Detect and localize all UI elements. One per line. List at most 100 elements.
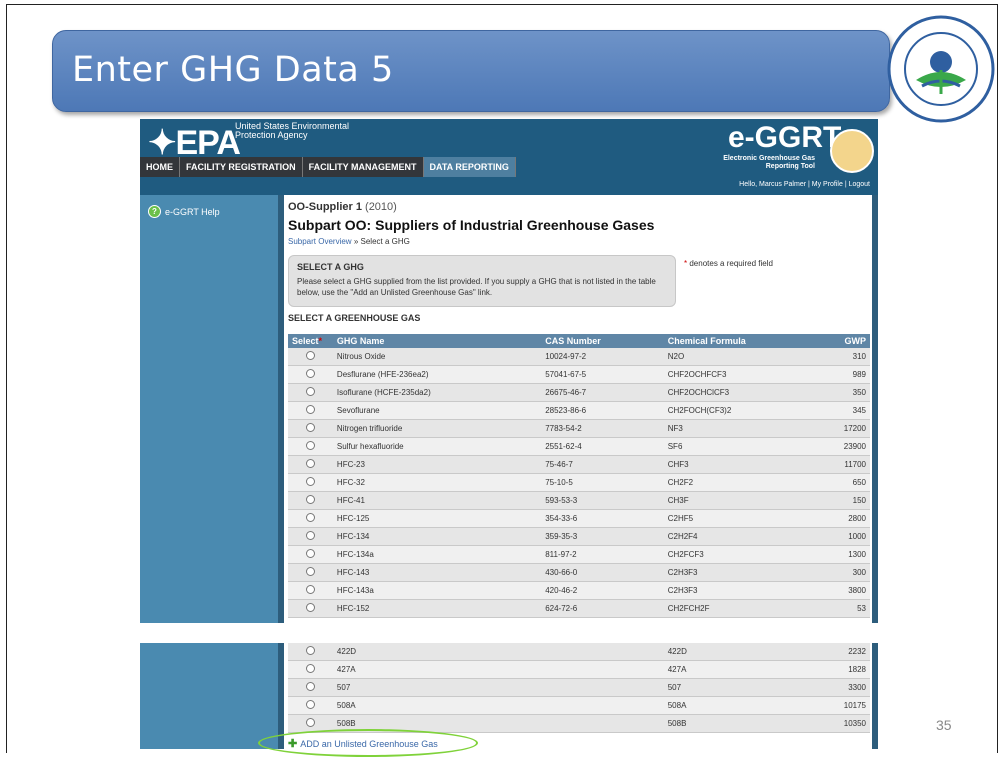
main-nav: HOME FACILITY REGISTRATION FACILITY MANA… xyxy=(140,157,516,177)
ghg-radio[interactable] xyxy=(305,351,315,360)
ghg-name-cell: HFC-23 xyxy=(332,455,542,474)
ghg-radio[interactable] xyxy=(305,405,315,414)
ghg-radio[interactable] xyxy=(305,718,315,727)
sidebar: ? e-GGRT Help xyxy=(140,195,284,623)
highlight-oval xyxy=(258,729,478,757)
cas-number-cell xyxy=(541,678,664,697)
cas-number-cell: 420-46-2 xyxy=(541,581,664,600)
ghg-name-cell: HFC-134 xyxy=(332,527,542,546)
cas-number-cell: 75-10-5 xyxy=(541,473,664,492)
ghg-radio[interactable] xyxy=(305,567,315,576)
required-note: * denotes a required field xyxy=(684,259,773,268)
select-cell xyxy=(288,383,333,402)
ghg-radio[interactable] xyxy=(305,423,315,432)
table-header-row: Select* GHG Name CAS Number Chemical For… xyxy=(288,334,870,348)
select-cell xyxy=(288,696,333,715)
cas-number-cell xyxy=(541,714,664,733)
ghg-radio[interactable] xyxy=(305,441,315,450)
ghg-radio[interactable] xyxy=(305,585,315,594)
table-row: Sevoflurane 28523-86-6 CH2FOCH(CF3)2 345 xyxy=(288,401,870,420)
table-row: Sulfur hexafluoride 2551-62-4 SF6 23900 xyxy=(288,437,870,456)
chemical-formula-cell: CH2FCH2F xyxy=(663,599,826,618)
user-links[interactable]: Hello, Marcus Palmer | My Profile | Logo… xyxy=(739,181,870,188)
table-row: HFC-23 75-46-7 CHF3 11700 xyxy=(288,455,870,474)
select-cell xyxy=(288,509,333,528)
ghg-radio[interactable] xyxy=(305,387,315,396)
table-row: HFC-134 359-35-3 C2H2F4 1000 xyxy=(288,527,870,546)
cas-number-cell xyxy=(541,660,664,679)
ghg-radio[interactable] xyxy=(305,700,315,709)
gwp-cell: 989 xyxy=(825,365,870,384)
tab-facility-registration[interactable]: FACILITY REGISTRATION xyxy=(180,157,303,177)
chemical-formula-cell: C2H3F3 xyxy=(663,563,826,582)
ghg-name-cell: 507 xyxy=(332,678,542,697)
chemical-formula-cell: CH2F2 xyxy=(663,473,826,492)
ghg-name-cell: Isoflurane (HCFE-235da2) xyxy=(332,383,542,402)
chemical-formula-cell: CHF2OCHClCF3 xyxy=(663,383,826,402)
sidebar-continued xyxy=(140,643,284,749)
app-header: ✦EPA United States Environmental Protect… xyxy=(140,119,878,195)
select-cell xyxy=(288,660,333,679)
ghg-name-cell: Nitrous Oxide xyxy=(332,348,542,366)
chemical-formula-cell: 507 xyxy=(663,678,826,697)
ghg-name-cell: Desflurane (HFE-236ea2) xyxy=(332,365,542,384)
chemical-formula-cell: CH2FCF3 xyxy=(663,545,826,564)
ghg-radio[interactable] xyxy=(305,664,315,673)
required-star-icon: * xyxy=(318,336,323,346)
cas-number-cell: 359-35-3 xyxy=(541,527,664,546)
instructions-box: SELECT A GHG Please select a GHG supplie… xyxy=(288,255,676,307)
epa-agency-name: United States Environmental Protection A… xyxy=(235,121,350,140)
help-label: e-GGRT Help xyxy=(165,206,220,217)
ghg-radio[interactable] xyxy=(305,459,315,468)
chemical-formula-cell: 508A xyxy=(663,696,826,715)
ghg-radio[interactable] xyxy=(305,495,315,504)
ghg-radio[interactable] xyxy=(305,477,315,486)
tab-home[interactable]: HOME xyxy=(140,157,180,177)
cas-number-cell: 430-66-0 xyxy=(541,563,664,582)
cas-number-cell: 26675-46-7 xyxy=(541,383,664,402)
gwp-cell: 11700 xyxy=(825,455,870,474)
ghg-name-cell: Sulfur hexafluoride xyxy=(332,437,542,456)
ghg-name-cell: HFC-152 xyxy=(332,599,542,618)
select-cell xyxy=(288,563,333,582)
ghg-radio[interactable] xyxy=(305,531,315,540)
ghg-radio[interactable] xyxy=(305,603,315,612)
tab-data-reporting[interactable]: DATA REPORTING xyxy=(423,157,516,177)
table-row: 507 507 3300 xyxy=(288,678,870,697)
col-gwp: GWP xyxy=(825,334,870,348)
ghg-radio[interactable] xyxy=(305,513,315,522)
breadcrumb: Subpart Overview » Select a GHG xyxy=(288,237,410,246)
gwp-cell: 2800 xyxy=(825,509,870,528)
cas-number-cell: 28523-86-6 xyxy=(541,401,664,420)
right-border xyxy=(872,195,878,623)
gwp-cell: 3800 xyxy=(825,581,870,600)
col-cas-number: CAS Number xyxy=(541,334,664,348)
epa-seal-icon xyxy=(887,15,995,123)
gwp-cell: 53 xyxy=(825,599,870,618)
cas-number-cell: 7783-54-2 xyxy=(541,419,664,438)
select-cell xyxy=(288,401,333,420)
table-row: HFC-32 75-10-5 CH2F2 650 xyxy=(288,473,870,492)
tab-facility-management[interactable]: FACILITY MANAGEMENT xyxy=(302,157,424,177)
ghg-name-cell: 422D xyxy=(332,643,542,661)
select-cell xyxy=(288,545,333,564)
gwp-cell: 350 xyxy=(825,383,870,402)
section-title: SELECT A GREENHOUSE GAS xyxy=(288,313,421,323)
ghg-radio[interactable] xyxy=(305,682,315,691)
table-row: HFC-41 593-53-3 CH3F 150 xyxy=(288,491,870,510)
gwp-cell: 1300 xyxy=(825,545,870,564)
help-link[interactable]: ? e-GGRT Help xyxy=(148,205,220,218)
ghg-name-cell: 508A xyxy=(332,696,542,715)
table-row: HFC-143a 420-46-2 C2H3F3 3800 xyxy=(288,581,870,600)
breadcrumb-link-overview[interactable]: Subpart Overview xyxy=(288,237,352,246)
select-cell xyxy=(288,473,333,492)
gwp-cell: 3300 xyxy=(825,678,870,697)
ghg-radio[interactable] xyxy=(305,646,315,655)
eggrt-logo[interactable]: e-GGRT xyxy=(728,121,841,155)
ghg-radio[interactable] xyxy=(305,549,315,558)
col-ghg-name: GHG Name xyxy=(332,334,542,348)
cas-number-cell: 57041-67-5 xyxy=(541,365,664,384)
chemical-formula-cell: CHF2OCHFCF3 xyxy=(663,365,826,384)
table-row: 422D 422D 2232 xyxy=(288,643,870,661)
ghg-radio[interactable] xyxy=(305,369,315,378)
